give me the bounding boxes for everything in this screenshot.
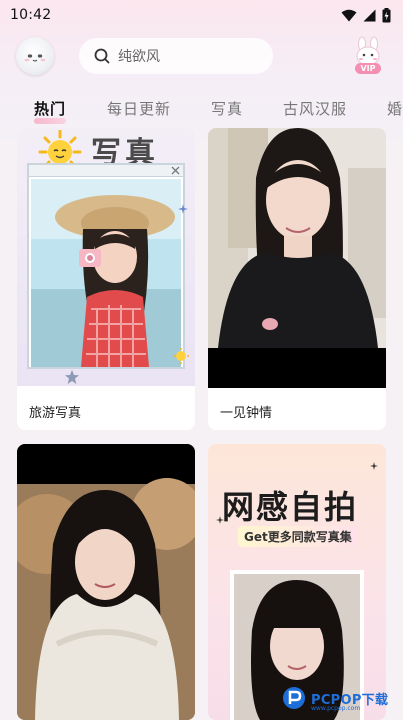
battery-icon: [382, 7, 391, 22]
photo-frame: [27, 163, 185, 369]
tab-portrait[interactable]: 写真: [211, 98, 243, 119]
tab-hot[interactable]: 热门: [34, 98, 66, 119]
photo-card-first-sight[interactable]: 一见钟情: [208, 128, 386, 430]
card-image: [17, 444, 195, 720]
small-sun-icon: [173, 348, 189, 364]
banner-subtitle: Get更多同款写真集: [238, 526, 358, 547]
card-image: 写真: [17, 128, 195, 386]
wifi-icon: [341, 9, 357, 21]
tab-active-indicator: [34, 118, 66, 124]
watermark: PCPOP下载 www.pcpop.com: [281, 683, 388, 713]
close-icon: [171, 166, 180, 175]
card-image: [208, 128, 386, 388]
category-tabs: 热门 每日更新 写真 古风汉服 婚: [0, 88, 403, 128]
photo-card-winter[interactable]: [17, 444, 195, 720]
card-caption: 旅游写真: [29, 406, 82, 421]
photo-card-travel[interactable]: 写真 旅游写真: [17, 128, 195, 430]
card-caption: 一见钟情: [220, 406, 273, 421]
vip-button[interactable]: VIP: [351, 36, 385, 76]
search-bar[interactable]: 纯欲风: [79, 38, 273, 74]
search-icon: [94, 48, 110, 64]
avatar[interactable]: [16, 37, 54, 75]
tab-wedding[interactable]: 婚: [387, 98, 403, 119]
status-bar: 10:42: [0, 0, 403, 30]
sparkle-icon: [370, 462, 378, 470]
cell-signal-icon: [363, 9, 376, 21]
banner-title: 网感自拍: [222, 488, 359, 526]
status-time: 10:42: [10, 7, 52, 23]
search-placeholder: 纯欲风: [118, 49, 160, 65]
card-banner: 网感自拍 Get更多同款写真集: [208, 444, 386, 564]
sparkle-icon: [178, 204, 188, 214]
star-sticker-icon: [65, 370, 79, 384]
cloud-face-icon: [24, 54, 46, 62]
vip-label: VIP: [360, 64, 376, 73]
pcpop-logo-icon: [283, 687, 305, 709]
tab-daily-update[interactable]: 每日更新: [107, 98, 171, 119]
status-icons: [341, 7, 391, 23]
photo-card-selfie[interactable]: 网感自拍 Get更多同款写真集: [208, 444, 386, 720]
top-header: 纯欲风 VIP: [0, 34, 403, 80]
tab-hanfu[interactable]: 古风汉服: [283, 98, 347, 119]
watermark-sub: www.pcpop.com: [311, 705, 361, 712]
travel-girl-photo: [31, 179, 181, 367]
